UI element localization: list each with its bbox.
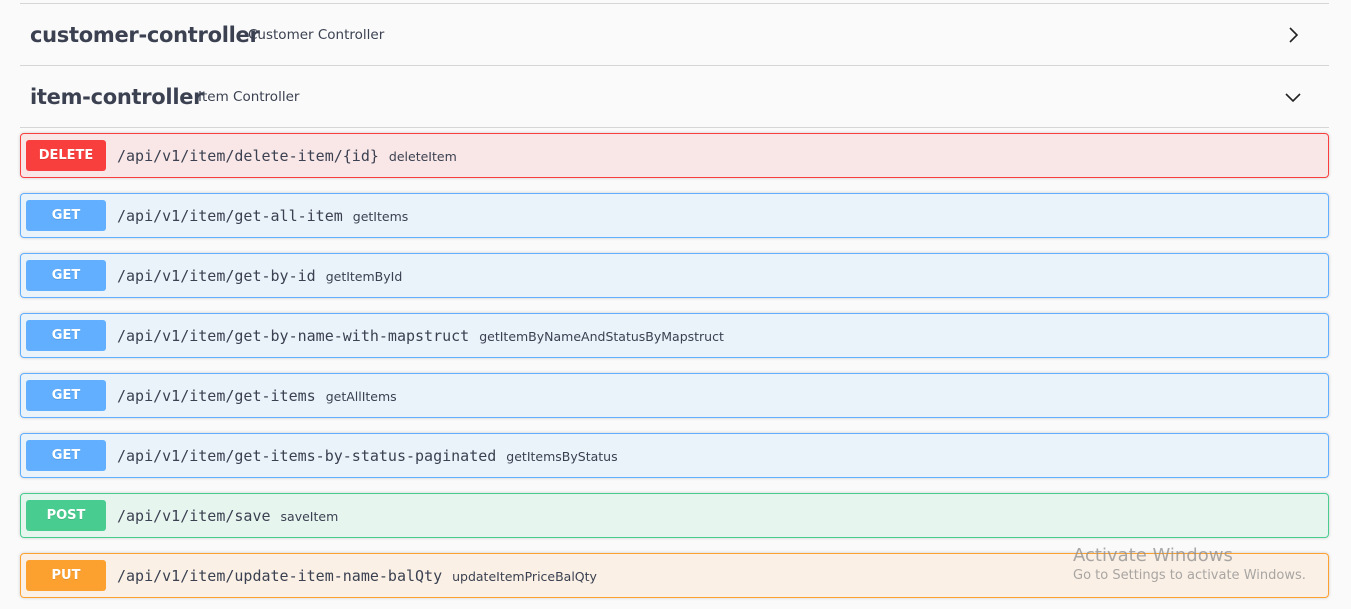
chevron-right-icon[interactable] [1283, 25, 1303, 45]
tag-description: Customer Controller [248, 27, 385, 43]
operation-summary: updateItemPriceBalQty [452, 568, 597, 584]
tag-name: customer-controller [30, 23, 260, 47]
operation-delete-item[interactable]: DELETE /api/v1/item/delete-item/{id} dele… [20, 133, 1329, 178]
tag-name: item-controller [30, 85, 204, 109]
operation-summary: getAllItems [325, 388, 397, 404]
tag-item-controller[interactable]: item-controller Item Controller [20, 67, 1329, 128]
chevron-down-icon[interactable] [1283, 87, 1303, 107]
top-divider [20, 3, 1329, 4]
method-badge: PUT [26, 560, 106, 591]
method-badge: GET [26, 320, 106, 351]
operation-summary: getItemById [325, 268, 403, 284]
operation-get-by-name-with-mapstruct[interactable]: GET /api/v1/item/get-by-name-with-mapstr… [20, 313, 1329, 358]
operation-summary: getItems [352, 208, 409, 224]
tag-description: Item Controller [198, 89, 300, 105]
operation-summary: getItemByNameAndStatusByMapstruct [479, 328, 724, 344]
operation-summary: deleteItem [388, 148, 457, 164]
operation-path-line: /api/v1/item/delete-item/{id} deleteItem [117, 147, 457, 165]
method-badge: GET [26, 440, 106, 471]
operation-get-items-by-status-paginated[interactable]: GET /api/v1/item/get-items-by-status-pag… [20, 433, 1329, 478]
operation-path: /api/v1/item/delete-item/{id} [117, 146, 379, 165]
operation-get-items[interactable]: GET /api/v1/item/get-items getAllItems [20, 373, 1329, 418]
operation-path: /api/v1/item/update-item-name-balQty [117, 566, 443, 585]
operation-path: /api/v1/item/get-items [117, 386, 316, 405]
operation-path-line: /api/v1/item/get-all-item getItems [117, 207, 408, 225]
operation-path: /api/v1/item/get-by-name-with-mapstruct [117, 326, 470, 345]
operation-path-line: /api/v1/item/get-by-id getItemById [117, 267, 402, 285]
operation-path-line: /api/v1/item/get-items getAllItems [117, 387, 397, 405]
operation-summary: saveItem [280, 508, 339, 524]
operation-get-all-item[interactable]: GET /api/v1/item/get-all-item getItems [20, 193, 1329, 238]
operation-path: /api/v1/item/get-items-by-status-paginat… [117, 446, 497, 465]
operation-get-by-id[interactable]: GET /api/v1/item/get-by-id getItemById [20, 253, 1329, 298]
method-badge: GET [26, 260, 106, 291]
method-badge: DELETE [26, 140, 106, 171]
operation-path: /api/v1/item/get-by-id [117, 266, 316, 285]
method-badge: GET [26, 380, 106, 411]
operation-path-line: /api/v1/item/save saveItem [117, 507, 338, 525]
operation-path: /api/v1/item/save [117, 506, 271, 525]
method-badge: GET [26, 200, 106, 231]
windows-activation-watermark: Activate Windows Go to Settings to activ… [1073, 545, 1306, 583]
operation-path-line: /api/v1/item/get-by-name-with-mapstruct g… [117, 327, 724, 345]
watermark-subtitle: Go to Settings to activate Windows. [1073, 568, 1306, 583]
watermark-title: Activate Windows [1073, 545, 1233, 566]
operation-summary: getItemsByStatus [506, 448, 618, 464]
operation-save-item[interactable]: POST /api/v1/item/save saveItem [20, 493, 1329, 538]
method-badge: POST [26, 500, 106, 531]
operation-path-line: /api/v1/item/update-item-name-balQty upda… [117, 567, 597, 585]
tag-customer-controller[interactable]: customer-controller Customer Controller [20, 5, 1329, 66]
operation-path: /api/v1/item/get-all-item [117, 206, 343, 225]
operation-path-line: /api/v1/item/get-items-by-status-paginat… [117, 447, 618, 465]
